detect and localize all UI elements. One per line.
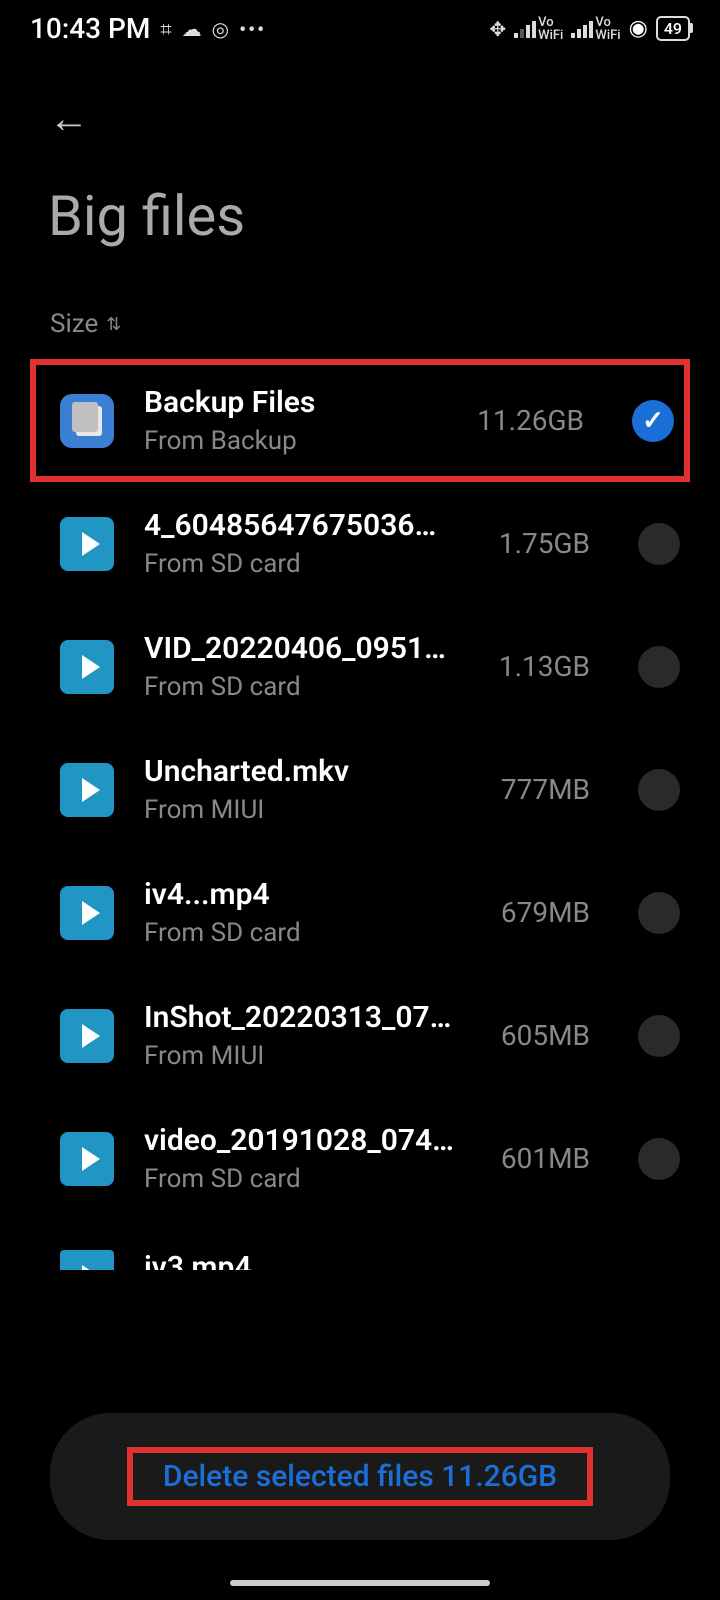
file-size: 605MB — [501, 1019, 590, 1052]
file-name: video_20191028_074… — [144, 1123, 471, 1158]
status-right: ✥ VoWiFi VoWiFi ◉ 49 — [489, 16, 690, 42]
file-name: InShot_20220313_07… — [144, 1000, 471, 1035]
file-info: iv3 mp4 — [144, 1250, 680, 1270]
file-source: From MIUI — [144, 795, 471, 825]
bluetooth-icon: ✥ — [489, 17, 506, 41]
file-row[interactable]: Uncharted.mkv From MIUI 777MB — [0, 728, 720, 851]
video-file-icon — [60, 1132, 114, 1186]
file-checkbox[interactable] — [632, 400, 674, 442]
battery-indicator: 49 — [656, 16, 690, 41]
file-name: VID_20220406_0951… — [144, 631, 469, 666]
file-list: Backup Files From Backup 11.26GB 4_60485… — [0, 359, 720, 1270]
file-row-partial[interactable]: iv3 mp4 — [0, 1220, 720, 1270]
file-info: VID_20220406_0951… From SD card — [144, 631, 469, 702]
page-title: Big files — [48, 183, 720, 249]
file-size: 11.26GB — [477, 404, 584, 437]
file-row[interactable]: video_20191028_074… From SD card 601MB — [0, 1097, 720, 1220]
file-checkbox[interactable] — [638, 769, 680, 811]
video-file-icon — [60, 640, 114, 694]
sort-selector[interactable]: Size ⇅ — [50, 309, 720, 339]
home-indicator[interactable] — [230, 1580, 490, 1586]
file-source: From SD card — [144, 672, 469, 702]
file-source: From Backup — [144, 426, 447, 456]
more-notifications-icon: ••• — [239, 17, 266, 41]
video-file-icon — [60, 517, 114, 571]
file-info: InShot_20220313_07… From MIUI — [144, 1000, 471, 1071]
file-checkbox[interactable] — [638, 646, 680, 688]
file-row[interactable]: Backup Files From Backup 11.26GB — [30, 359, 690, 482]
signal-2: VoWiFi — [571, 16, 620, 42]
delete-button[interactable]: Delete selected files 11.26GB — [127, 1447, 593, 1506]
file-info: 4_60485647675036… From SD card — [144, 508, 469, 579]
video-file-icon — [60, 1250, 114, 1270]
video-file-icon — [60, 886, 114, 940]
file-row[interactable]: 4_60485647675036… From SD card 1.75GB — [0, 482, 720, 605]
action-bar: Delete selected files 11.26GB — [50, 1413, 670, 1540]
status-bar: 10:43 PM ⌗ ☁ ◎ ••• ✥ VoWiFi VoWiFi ◉ 49 — [0, 0, 720, 53]
back-arrow-icon: ← — [49, 95, 89, 142]
file-row[interactable]: InShot_20220313_07… From MIUI 605MB — [0, 974, 720, 1097]
sort-label: Size — [50, 309, 98, 339]
wifi-icon: ◉ — [629, 16, 648, 41]
file-name: Uncharted.mkv — [144, 754, 471, 789]
file-size: 777MB — [501, 773, 590, 806]
file-name: iv4...mp4 — [144, 877, 471, 912]
video-file-icon — [60, 1009, 114, 1063]
slack-icon: ⌗ — [160, 17, 171, 41]
file-size: 601MB — [501, 1142, 590, 1175]
file-source: From SD card — [144, 549, 469, 579]
file-row[interactable]: iv4...mp4 From SD card 679MB — [0, 851, 720, 974]
file-checkbox[interactable] — [638, 523, 680, 565]
file-info: Uncharted.mkv From MIUI — [144, 754, 471, 825]
file-source: From SD card — [144, 918, 471, 948]
cloud-icon: ☁ — [182, 17, 202, 41]
file-size: 679MB — [501, 896, 590, 929]
file-checkbox[interactable] — [638, 892, 680, 934]
delete-button-label: Delete selected files 11.26GB — [163, 1459, 557, 1494]
file-name: 4_60485647675036… — [144, 508, 469, 543]
sort-icon: ⇅ — [106, 314, 121, 335]
signal-1: VoWiFi — [514, 16, 563, 42]
file-source: From MIUI — [144, 1041, 471, 1071]
file-checkbox[interactable] — [638, 1138, 680, 1180]
file-name: Backup Files — [144, 385, 447, 420]
status-left: 10:43 PM ⌗ ☁ ◎ ••• — [30, 12, 266, 45]
instagram-icon: ◎ — [212, 17, 229, 41]
video-file-icon — [60, 763, 114, 817]
back-button[interactable]: ← — [44, 93, 94, 143]
file-info: Backup Files From Backup — [144, 385, 447, 456]
status-time: 10:43 PM — [30, 12, 150, 45]
file-checkbox[interactable] — [638, 1015, 680, 1057]
file-name: iv3 mp4 — [144, 1250, 680, 1270]
backup-file-icon — [60, 394, 114, 448]
file-info: iv4...mp4 From SD card — [144, 877, 471, 948]
file-row[interactable]: VID_20220406_0951… From SD card 1.13GB — [0, 605, 720, 728]
file-size: 1.75GB — [499, 527, 590, 560]
file-info: video_20191028_074… From SD card — [144, 1123, 471, 1194]
file-size: 1.13GB — [499, 650, 590, 683]
file-source: From SD card — [144, 1164, 471, 1194]
